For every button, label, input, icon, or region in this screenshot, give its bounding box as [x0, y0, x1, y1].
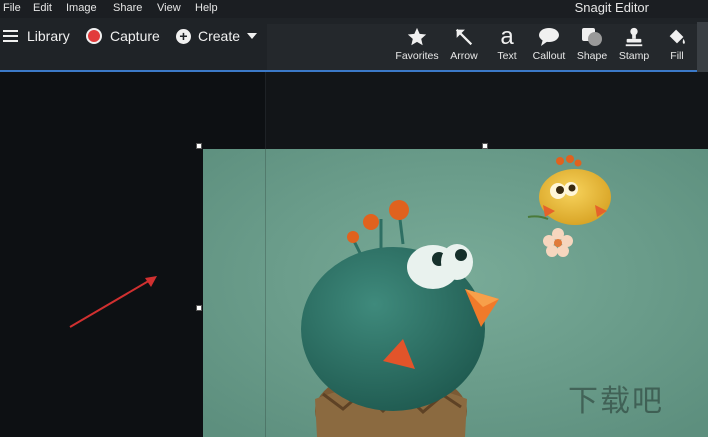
canvas-overlay	[265, 72, 708, 149]
tool-text[interactable]: a Text	[490, 24, 524, 70]
watermark: 下载吧	[568, 384, 664, 419]
menu-edit[interactable]: Edit	[33, 2, 52, 14]
tool-favorites-label: Favorites	[395, 50, 439, 62]
fill-bucket-icon	[669, 29, 685, 44]
create-button[interactable]: + Create	[176, 26, 258, 46]
menu-view[interactable]: View	[157, 2, 181, 14]
tool-text-label: Text	[497, 50, 517, 62]
tool-arrow[interactable]: Arrow	[446, 24, 482, 70]
resize-handle-top[interactable]	[482, 143, 488, 149]
resize-handle-top-left[interactable]	[196, 143, 202, 149]
star-icon	[407, 27, 427, 46]
menu-icon	[3, 30, 18, 42]
menu-file[interactable]: File	[3, 2, 21, 14]
menu-share[interactable]: Share	[113, 2, 142, 14]
capture-label: Capture	[110, 28, 160, 44]
library-label: Library	[27, 28, 70, 44]
tool-fill-label: Fill	[670, 50, 684, 62]
plus-icon: +	[176, 28, 191, 44]
menu-image[interactable]: Image	[66, 2, 97, 14]
callout-icon	[539, 28, 559, 46]
tool-arrow-label: Arrow	[450, 50, 478, 62]
tool-favorites[interactable]: Favorites	[392, 24, 442, 70]
chevron-down-icon	[247, 33, 258, 39]
shape-icon	[582, 28, 602, 46]
menu-bar: File Edit Image Share View Help Snagit E…	[0, 0, 708, 18]
canvas-divider-line	[265, 149, 266, 437]
arrow-tool-icon	[455, 28, 473, 46]
tool-callout[interactable]: Callout	[529, 24, 569, 70]
tool-callout-label: Callout	[532, 50, 566, 62]
tool-stamp[interactable]: Stamp	[616, 24, 652, 70]
create-label: Create	[198, 28, 241, 44]
record-icon	[86, 28, 102, 44]
tool-stamp-label: Stamp	[618, 50, 650, 62]
more-tools-button[interactable]	[697, 22, 708, 72]
library-button[interactable]: Library	[3, 26, 70, 46]
menu-help[interactable]: Help	[195, 2, 218, 14]
tool-shape-label: Shape	[576, 50, 608, 62]
text-tool-icon: a	[500, 23, 514, 50]
app-title: Snagit Editor	[574, 0, 649, 15]
stamp-icon	[625, 27, 643, 47]
annotation-arrow[interactable]	[60, 265, 170, 335]
resize-handle-left[interactable]	[196, 305, 202, 311]
capture-button[interactable]: Capture	[86, 26, 160, 46]
tool-shape[interactable]: Shape	[573, 24, 611, 70]
tool-fill[interactable]: Fill	[663, 24, 691, 70]
